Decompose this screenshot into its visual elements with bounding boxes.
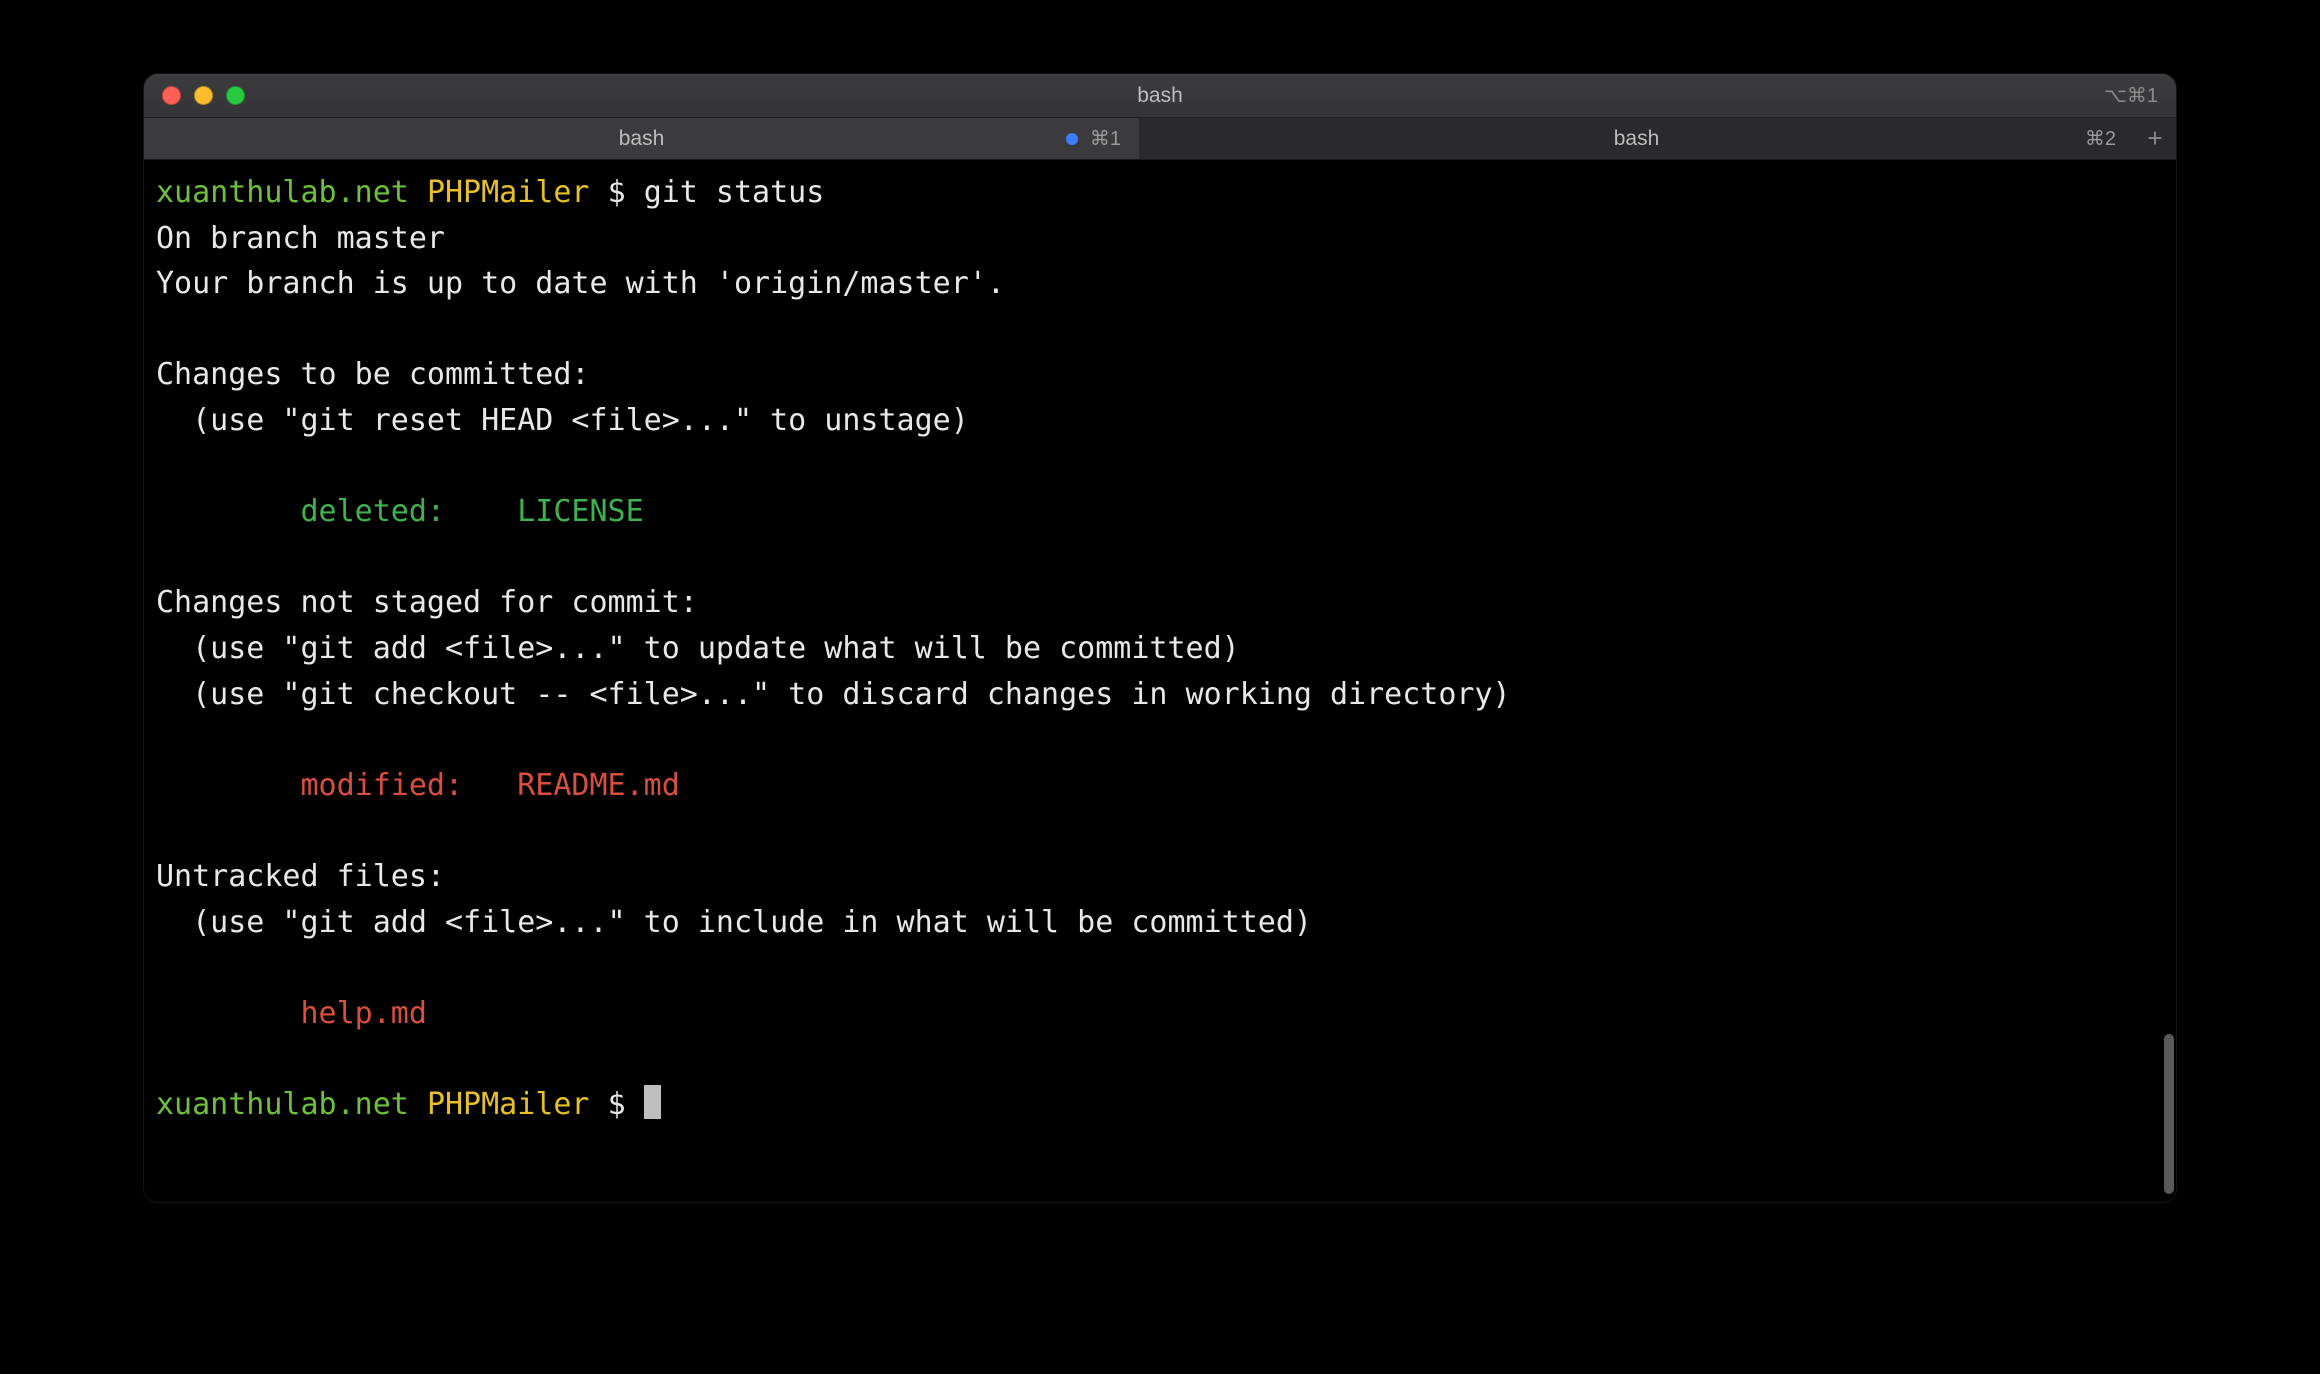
prompt-dir: PHPMailer xyxy=(427,1087,590,1122)
tabbar: bash ⌘1 bash ⌘2 + xyxy=(144,118,2176,160)
output-line: On branch master xyxy=(156,221,445,256)
unsaved-dot-icon xyxy=(1066,133,1078,145)
tab-shortcut: ⌘2 xyxy=(2085,126,2116,151)
prompt-dir: PHPMailer xyxy=(427,175,590,210)
tab-right: ⌘2 xyxy=(2085,126,2116,151)
prompt-host: xuanthulab.net xyxy=(156,175,409,210)
window-title: bash xyxy=(144,84,2176,108)
output-line: (use "git add <file>..." to include in w… xyxy=(156,905,1312,940)
output-line: Your branch is up to date with 'origin/m… xyxy=(156,266,1005,301)
titlebar[interactable]: bash ⌥⌘1 xyxy=(144,74,2176,118)
prompt-symbol: $ xyxy=(608,175,626,210)
minimize-icon[interactable] xyxy=(194,86,213,105)
unstaged-modified: modified: README.md xyxy=(156,768,680,803)
plus-icon: + xyxy=(2147,123,2162,154)
staged-deleted: deleted: LICENSE xyxy=(156,494,644,529)
output-line: Changes not staged for commit: xyxy=(156,585,698,620)
tab-label: bash xyxy=(619,127,665,151)
output-line: Untracked files: xyxy=(156,859,445,894)
add-tab-button[interactable]: + xyxy=(2134,118,2176,159)
output-line: (use "git reset HEAD <file>..." to unsta… xyxy=(156,403,969,438)
prompt-host: xuanthulab.net xyxy=(156,1087,409,1122)
tab-shortcut: ⌘1 xyxy=(1090,126,1121,151)
tab-right: ⌘1 xyxy=(1066,126,1121,151)
close-icon[interactable] xyxy=(162,86,181,105)
output-line: (use "git add <file>..." to update what … xyxy=(156,631,1240,666)
terminal-body[interactable]: xuanthulab.net PHPMailer $ git status On… xyxy=(144,160,2176,1202)
output-line: (use "git checkout -- <file>..." to disc… xyxy=(156,677,1511,712)
traffic-lights xyxy=(162,86,245,105)
tab-bash-1[interactable]: bash ⌘1 xyxy=(144,118,1139,159)
terminal-window: bash ⌥⌘1 bash ⌘1 bash ⌘2 + xuanthulab.ne… xyxy=(144,74,2176,1202)
command: git status xyxy=(644,175,825,210)
cursor-icon xyxy=(644,1085,661,1119)
tab-bash-2[interactable]: bash ⌘2 xyxy=(1139,118,2134,159)
untracked-file: help.md xyxy=(156,996,427,1031)
zoom-icon[interactable] xyxy=(226,86,245,105)
output-line: Changes to be committed: xyxy=(156,357,589,392)
prompt-symbol: $ xyxy=(608,1087,626,1122)
scrollbar[interactable] xyxy=(2164,1034,2174,1194)
titlebar-shortcut-hint: ⌥⌘1 xyxy=(2104,83,2158,108)
tab-label: bash xyxy=(1614,127,1660,151)
